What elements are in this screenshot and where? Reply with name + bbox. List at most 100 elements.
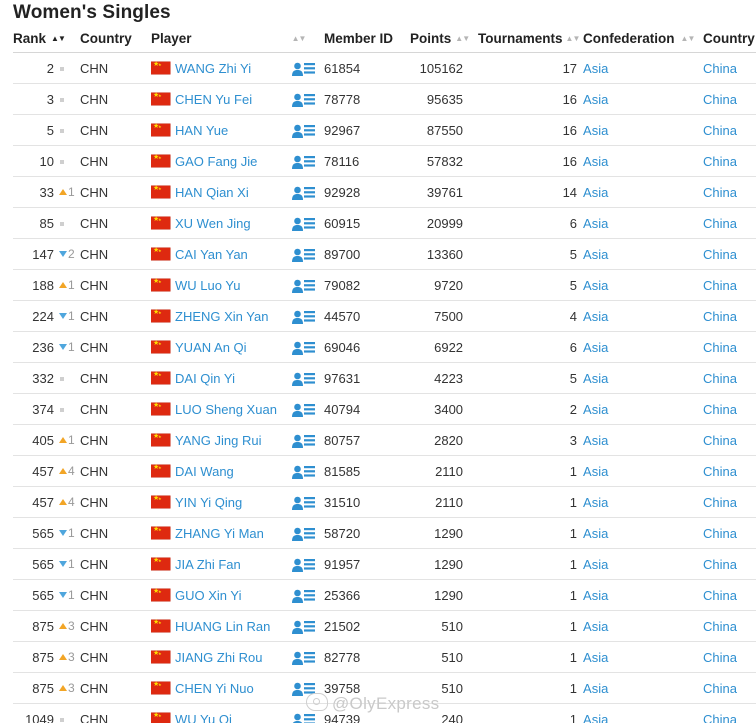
confederation-link[interactable]: Asia bbox=[583, 619, 608, 634]
tournaments-column-header[interactable]: Tournaments ▲▼ bbox=[474, 24, 583, 53]
player-name-link[interactable]: HAN Yue bbox=[175, 123, 228, 138]
player-name-link[interactable]: JIA Zhi Fan bbox=[175, 557, 241, 572]
country-name-link[interactable]: China bbox=[703, 154, 737, 169]
player-name-link[interactable]: GAO Fang Jie bbox=[175, 154, 257, 169]
player-name-link[interactable]: WANG Zhi Yi bbox=[175, 61, 251, 76]
country-name-link[interactable]: China bbox=[703, 557, 737, 572]
player-profile-icon[interactable] bbox=[292, 372, 316, 386]
country-name-link[interactable]: China bbox=[703, 526, 737, 541]
player-name-link[interactable]: DAI Wang bbox=[175, 464, 234, 479]
player-profile-icon[interactable] bbox=[292, 496, 316, 510]
sort-arrows-icon[interactable]: ▲▼ bbox=[292, 34, 307, 43]
player-profile-icon[interactable] bbox=[292, 465, 316, 479]
member-id-column-header[interactable]: Member ID bbox=[324, 24, 410, 53]
country-name-link[interactable]: China bbox=[703, 123, 737, 138]
player-profile-icon[interactable] bbox=[292, 186, 316, 200]
country-name-link[interactable]: China bbox=[703, 340, 737, 355]
country-name-link[interactable]: China bbox=[703, 712, 737, 723]
rank-column-header[interactable]: Rank ▲▼ bbox=[13, 24, 76, 53]
player-name-link[interactable]: LUO Sheng Xuan bbox=[175, 402, 277, 417]
country-name-link[interactable]: China bbox=[703, 495, 737, 510]
player-name-link[interactable]: YANG Jing Rui bbox=[175, 433, 261, 448]
player-name-link[interactable]: XU Wen Jing bbox=[175, 216, 251, 231]
confederation-link[interactable]: Asia bbox=[583, 309, 608, 324]
player-profile-icon[interactable] bbox=[292, 589, 316, 603]
country-name-link[interactable]: China bbox=[703, 247, 737, 262]
confederation-link[interactable]: Asia bbox=[583, 247, 608, 262]
confederation-link[interactable]: Asia bbox=[583, 433, 608, 448]
confederation-link[interactable]: Asia bbox=[583, 185, 608, 200]
country-name-link[interactable]: China bbox=[703, 185, 737, 200]
country-name-link[interactable]: China bbox=[703, 371, 737, 386]
confederation-link[interactable]: Asia bbox=[583, 278, 608, 293]
sort-desc-icon[interactable]: ▲▼ bbox=[51, 34, 66, 43]
country-column-header[interactable]: Country bbox=[76, 24, 151, 53]
player-name-link[interactable]: HUANG Lin Ran bbox=[175, 619, 270, 634]
player-column-header[interactable]: Player ▲▼ bbox=[151, 24, 324, 53]
player-profile-icon[interactable] bbox=[292, 434, 316, 448]
country-name-link[interactable]: China bbox=[703, 61, 737, 76]
confederation-link[interactable]: Asia bbox=[583, 712, 608, 723]
points-column-header[interactable]: Points ▲▼ bbox=[410, 24, 474, 53]
player-name-link[interactable]: HAN Qian Xi bbox=[175, 185, 249, 200]
sort-arrows-icon[interactable]: ▲▼ bbox=[681, 34, 696, 43]
player-profile-icon[interactable] bbox=[292, 124, 316, 138]
country-name-link[interactable]: China bbox=[703, 402, 737, 417]
confederation-link[interactable]: Asia bbox=[583, 402, 608, 417]
player-profile-icon[interactable] bbox=[292, 217, 316, 231]
player-profile-icon[interactable] bbox=[292, 62, 316, 76]
player-profile-icon[interactable] bbox=[292, 341, 316, 355]
player-profile-icon[interactable] bbox=[292, 558, 316, 572]
country-name-link[interactable]: China bbox=[703, 588, 737, 603]
country-name-link[interactable]: China bbox=[703, 433, 737, 448]
player-name-link[interactable]: ZHANG Yi Man bbox=[175, 526, 264, 541]
player-profile-icon[interactable] bbox=[292, 403, 316, 417]
player-profile-icon[interactable] bbox=[292, 155, 316, 169]
player-name-link[interactable]: GUO Xin Yi bbox=[175, 588, 241, 603]
confederation-link[interactable]: Asia bbox=[583, 588, 608, 603]
confederation-link[interactable]: Asia bbox=[583, 92, 608, 107]
confederation-link[interactable]: Asia bbox=[583, 650, 608, 665]
confederation-link[interactable]: Asia bbox=[583, 526, 608, 541]
confederation-link[interactable]: Asia bbox=[583, 154, 608, 169]
confederation-link[interactable]: Asia bbox=[583, 495, 608, 510]
confederation-link[interactable]: Asia bbox=[583, 557, 608, 572]
country-name-link[interactable]: China bbox=[703, 92, 737, 107]
country-name-column-header[interactable]: Country bbox=[699, 24, 756, 53]
sort-arrows-icon[interactable]: ▲▼ bbox=[566, 34, 581, 43]
player-profile-icon[interactable] bbox=[292, 279, 316, 293]
confederation-link[interactable]: Asia bbox=[583, 464, 608, 479]
confederation-link[interactable]: Asia bbox=[583, 61, 608, 76]
player-profile-icon[interactable] bbox=[292, 310, 316, 324]
country-name-link[interactable]: China bbox=[703, 681, 737, 696]
confederation-link[interactable]: Asia bbox=[583, 123, 608, 138]
sort-arrows-icon[interactable]: ▲▼ bbox=[455, 34, 470, 43]
confederation-link[interactable]: Asia bbox=[583, 371, 608, 386]
player-name-link[interactable]: DAI Qin Yi bbox=[175, 371, 235, 386]
country-name-link[interactable]: China bbox=[703, 619, 737, 634]
player-profile-icon[interactable] bbox=[292, 620, 316, 634]
confederation-link[interactable]: Asia bbox=[583, 340, 608, 355]
player-profile-icon[interactable] bbox=[292, 651, 316, 665]
player-name-link[interactable]: CAI Yan Yan bbox=[175, 247, 248, 262]
player-name-link[interactable]: YIN Yi Qing bbox=[175, 495, 242, 510]
player-name-link[interactable]: WU Luo Yu bbox=[175, 278, 241, 293]
player-name-link[interactable]: JIANG Zhi Rou bbox=[175, 650, 262, 665]
player-profile-icon[interactable] bbox=[292, 527, 316, 541]
country-name-link[interactable]: China bbox=[703, 464, 737, 479]
country-name-link[interactable]: China bbox=[703, 309, 737, 324]
player-profile-icon[interactable] bbox=[292, 682, 316, 696]
country-name-link[interactable]: China bbox=[703, 216, 737, 231]
player-name-link[interactable]: CHEN Yu Fei bbox=[175, 92, 252, 107]
player-name-link[interactable]: ZHENG Xin Yan bbox=[175, 309, 268, 324]
confederation-link[interactable]: Asia bbox=[583, 216, 608, 231]
player-name-link[interactable]: CHEN Yi Nuo bbox=[175, 681, 254, 696]
country-name-link[interactable]: China bbox=[703, 278, 737, 293]
player-name-link[interactable]: YUAN An Qi bbox=[175, 340, 247, 355]
player-name-link[interactable]: WU Yu Qi bbox=[175, 712, 232, 723]
country-name-link[interactable]: China bbox=[703, 650, 737, 665]
player-profile-icon[interactable] bbox=[292, 713, 316, 723]
confederation-column-header[interactable]: Confederation ▲▼ bbox=[583, 24, 699, 53]
player-profile-icon[interactable] bbox=[292, 248, 316, 262]
player-profile-icon[interactable] bbox=[292, 93, 316, 107]
